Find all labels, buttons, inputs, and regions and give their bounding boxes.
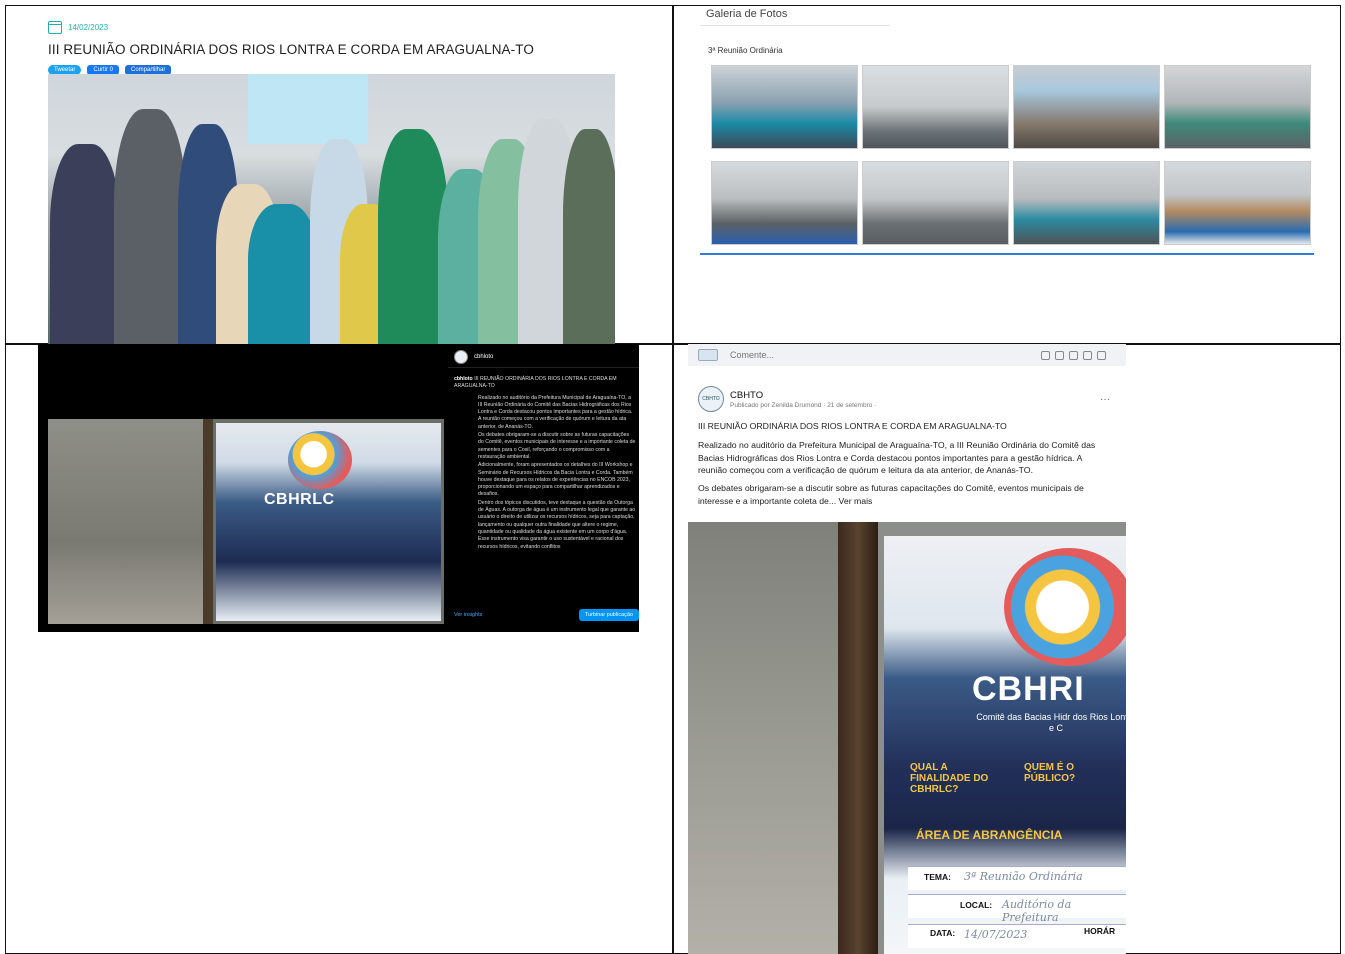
poster-local-label: LOCAL: [960, 900, 993, 910]
page-avatar[interactable]: CBHTO [698, 386, 724, 412]
camera-icon[interactable] [1069, 350, 1078, 360]
post-paragraph: Realizado no auditório da Prefeitura Mun… [698, 439, 1096, 476]
instagram-header: cbhloto [448, 346, 639, 368]
post-date: 14/02/2023 [68, 22, 109, 32]
table-column-divider [672, 5, 674, 954]
cbhrlc-logo [1004, 548, 1126, 666]
instagram-post: CBHRLC cbhloto cbhloto III REUNIÃO ORDIN… [38, 344, 639, 632]
gif-icon[interactable] [1083, 350, 1092, 360]
poster-question: QUEM É O PÚBLICO? [1024, 762, 1076, 784]
gallery-title: Galeria de Fotos [700, 8, 890, 26]
sticker-alt-icon[interactable] [1097, 350, 1106, 360]
insights-link[interactable]: Ver insights [454, 612, 482, 618]
gallery-thumbnail[interactable] [1013, 65, 1160, 149]
emoji-icon[interactable] [1055, 350, 1064, 360]
caption-user[interactable]: cbhloto [454, 376, 473, 382]
facebook-card: CBHTO CBHTO Publicado por Zenilda Drumon… [688, 382, 1126, 954]
comment-tools [1041, 350, 1106, 360]
post-text: III REUNIÃO ORDINÁRIA DOS RIOS LONTRA E … [688, 416, 1114, 508]
poster-data-label: DATA: [930, 928, 956, 938]
gallery-subtitle: 3ª Reunião Ordinária [708, 46, 783, 55]
avatar[interactable] [454, 349, 468, 364]
boost-post-button[interactable]: Turbinar publicação [578, 609, 639, 621]
comment-input[interactable]: Comente... [730, 350, 1041, 360]
group-photo[interactable] [48, 74, 615, 344]
gallery-thumbnails [711, 65, 1313, 245]
gallery-thumbnail[interactable] [862, 65, 1009, 149]
sticker-icon[interactable] [1041, 350, 1050, 360]
gallery-thumbnail[interactable] [1164, 161, 1311, 245]
news-post: 14/02/2023 III REUNIÃO ORDINÁRIA DOS RIO… [48, 18, 618, 344]
instagram-caption: cbhloto III REUNIÃO ORDINÁRIA DOS RIOS L… [454, 376, 636, 552]
caption-paragraph: Adicionalmente, foram apresentados os de… [478, 462, 633, 498]
cbhrlc-logo [288, 431, 352, 489]
post-header: CBHTO CBHTO Publicado por Zenilda Drumon… [688, 382, 1126, 416]
projector-screen [248, 74, 368, 144]
poster-title: CBHRLC [264, 491, 335, 508]
post-meta: Publicado por Zenilda Drumond · 21 de se… [730, 401, 877, 409]
more-options-icon[interactable]: ··· [1100, 394, 1110, 405]
page-name[interactable]: CBHTO [730, 390, 876, 401]
comment-bar: Comente... [688, 344, 1126, 366]
caption-title: III REUNIÃO ORDINÁRIA DOS RIOS LONTRA E … [454, 376, 617, 390]
gallery-thumbnail[interactable] [711, 65, 858, 149]
gallery-thumbnail[interactable] [862, 161, 1009, 245]
event-poster: CBHRLC [216, 423, 441, 621]
caption-paragraph: Dentro dos tópicos discutidos, teve dest… [478, 499, 636, 550]
instagram-account[interactable]: cbhloto [474, 354, 493, 360]
poster-tema-value: 3ª Reunião Ordinária [964, 870, 1083, 883]
avatar [698, 349, 718, 361]
gallery-divider [700, 253, 1314, 255]
poster-horario-label: HORÁR [1084, 926, 1116, 936]
poster-subtitle: Comitê das Bacias Hidr dos Rios Lontra e… [976, 712, 1126, 733]
gallery-thumbnail[interactable] [1013, 161, 1160, 245]
facebook-post-image[interactable]: CBHRI Comitê das Bacias Hidr dos Rios Lo… [688, 522, 1126, 954]
gallery-thumbnail[interactable] [711, 161, 858, 245]
poster-local-value: Auditório da Prefeitura [1002, 898, 1072, 924]
poster-tema-label: TEMA: [924, 872, 951, 882]
facebook-post: Comente... CBHTO CBHTO Publicado por Zen… [688, 344, 1126, 954]
event-poster: CBHRI Comitê das Bacias Hidr dos Rios Lo… [884, 536, 1126, 954]
post-date-row: 14/02/2023 [48, 18, 618, 36]
photo-gallery: Galeria de Fotos 3ª Reunião Ordinária [700, 8, 1314, 255]
post-title[interactable]: III REUNIÃO ORDINÁRIA DOS RIOS LONTRA E … [48, 42, 618, 57]
post-paragraph: Os debates obrigaram-se a discutir sobre… [698, 483, 1084, 506]
instagram-sidebar: cbhloto cbhloto III REUNIÃO ORDINÁRIA DO… [448, 344, 639, 632]
caption-paragraph: Realizado no auditório da Prefeitura Mun… [478, 394, 633, 430]
poster-title: CBHRI [972, 670, 1085, 708]
calendar-icon [48, 20, 62, 34]
poster-data-value: 14/07/2023 [964, 928, 1028, 941]
caption-paragraph: Os debates obrigaram-se a discutir sobre… [478, 432, 636, 460]
instagram-footer: Ver insights Turbinar publicação [454, 609, 639, 621]
instagram-post-image[interactable]: CBHRLC [48, 419, 444, 624]
poster-question: QUAL A FINALIDADE DO CBHRLC? [910, 762, 989, 795]
gallery-thumbnail[interactable] [1164, 65, 1311, 149]
see-more-link[interactable]: Ver mais [839, 496, 873, 506]
poster-area-label: ÁREA DE ABRANGÊNCIA [916, 828, 1063, 842]
post-title: III REUNIÃO ORDINÁRIA DOS RIOS LONTRA E … [698, 421, 1007, 431]
